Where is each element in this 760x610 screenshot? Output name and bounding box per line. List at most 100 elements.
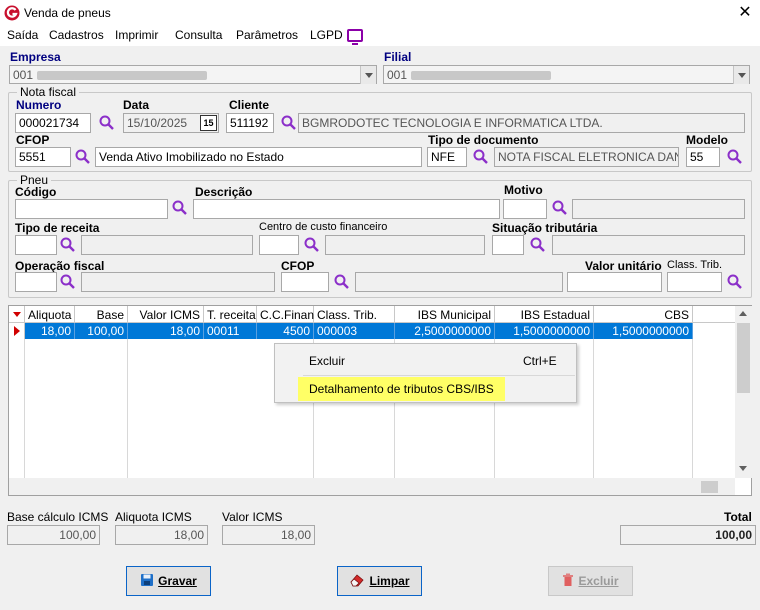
- trash-icon: [563, 573, 574, 586]
- motivo-field[interactable]: [503, 199, 547, 219]
- monitor-icon[interactable]: [347, 29, 363, 45]
- limpar-button[interactable]: Limpar: [337, 566, 422, 596]
- menu-parametros[interactable]: Parâmetros: [236, 28, 298, 42]
- scroll-up-icon[interactable]: [739, 311, 747, 316]
- search-icon[interactable]: [333, 273, 351, 291]
- tipo-documento-desc-field: NOTA FISCAL ELETRONICA DANFE: [494, 147, 679, 167]
- codigo-field[interactable]: [15, 199, 168, 219]
- empresa-select[interactable]: 001: [9, 65, 377, 84]
- numero-label: Numero: [16, 98, 62, 112]
- col-header-cbs[interactable]: CBS: [594, 306, 693, 323]
- cliente-code-field[interactable]: 511192: [226, 113, 274, 133]
- search-icon[interactable]: [74, 148, 92, 166]
- table-cell[interactable]: 18,00: [25, 323, 75, 339]
- col-header-ibs-estadual[interactable]: IBS Estadual: [495, 306, 594, 323]
- table-cell[interactable]: 00011: [204, 323, 257, 339]
- horizontal-scrollbar[interactable]: [9, 478, 735, 495]
- menu-lgpd[interactable]: LGPD: [310, 28, 343, 42]
- ctx-excluir-item[interactable]: Excluir: [309, 354, 345, 368]
- table-cell[interactable]: 1,5000000000: [594, 323, 693, 339]
- centro-custo-label: Centro de custo financeiro: [259, 221, 388, 233]
- table-cell[interactable]: 000003: [314, 323, 395, 339]
- search-icon[interactable]: [98, 114, 116, 132]
- col-header-t-receita[interactable]: T. receita: [204, 306, 257, 323]
- situacao-tributaria-label: Situação tributária: [492, 221, 598, 235]
- col-header-aliquota[interactable]: Aliquota: [25, 306, 75, 323]
- search-icon[interactable]: [59, 236, 77, 254]
- tipo-documento-code-field[interactable]: NFE: [427, 147, 467, 167]
- grid-header-indicator: [9, 306, 25, 323]
- scroll-down-icon[interactable]: [739, 466, 747, 471]
- search-icon[interactable]: [472, 148, 490, 166]
- ctx-excluir-shortcut: Ctrl+E: [523, 354, 557, 368]
- table-cell[interactable]: 1,5000000000: [495, 323, 594, 339]
- search-icon[interactable]: [551, 199, 569, 217]
- excluir-button[interactable]: Excluir: [548, 566, 633, 596]
- search-icon[interactable]: [280, 114, 298, 132]
- situacao-tributaria-field[interactable]: [492, 235, 524, 255]
- descricao-label: Descrição: [195, 185, 253, 199]
- ctx-detalhamento-highlight[interactable]: Detalhamento de tributos CBS/IBS: [298, 377, 505, 401]
- modelo-field[interactable]: 55: [686, 147, 720, 167]
- filial-value: 001: [387, 68, 408, 82]
- empresa-dropdown-arrow[interactable]: [360, 66, 376, 84]
- limpar-label: Limpar: [369, 574, 410, 588]
- table-cell[interactable]: 100,00: [75, 323, 128, 339]
- descricao-field[interactable]: [193, 199, 500, 219]
- tipo-receita-field[interactable]: [15, 235, 57, 255]
- search-icon[interactable]: [726, 273, 744, 291]
- pneu-cfop-label: CFOP: [281, 259, 315, 273]
- calendar-icon[interactable]: 15: [200, 115, 217, 131]
- scroll-thumb[interactable]: [737, 323, 750, 393]
- table-cell[interactable]: 4500: [257, 323, 314, 339]
- vertical-scrollbar[interactable]: [735, 306, 752, 478]
- centro-custo-desc-field: [325, 235, 485, 255]
- col-header-cc-finan[interactable]: C.C.Finan: [257, 306, 314, 323]
- search-icon[interactable]: [59, 273, 77, 291]
- ctx-detalhamento-item[interactable]: Detalhamento de tributos CBS/IBS: [309, 382, 494, 396]
- data-label: Data: [123, 98, 150, 112]
- menu-saida[interactable]: Saída: [7, 28, 38, 42]
- col-header-base[interactable]: Base: [75, 306, 128, 323]
- centro-custo-field[interactable]: [259, 235, 299, 255]
- menu-cadastros[interactable]: Cadastros: [49, 28, 104, 42]
- current-row-arrow-icon: [14, 326, 20, 336]
- table-cell[interactable]: 2,5000000000: [395, 323, 495, 339]
- filial-select[interactable]: 001: [383, 65, 750, 84]
- search-icon[interactable]: [171, 199, 189, 217]
- menu-consulta[interactable]: Consulta: [175, 28, 222, 42]
- tipo-documento-label: Tipo de documento: [428, 133, 539, 147]
- situacao-tributaria-desc-field: [552, 235, 745, 255]
- context-menu-divider: [303, 375, 575, 376]
- horizontal-scroll-thumb[interactable]: [701, 481, 718, 493]
- valor-icms-label: Valor ICMS: [222, 510, 283, 524]
- numero-field[interactable]: 000021734: [15, 113, 91, 133]
- modelo-label: Modelo: [686, 133, 728, 147]
- total-label: Total: [724, 510, 752, 524]
- col-header-valor-icms[interactable]: Valor ICMS: [128, 306, 204, 323]
- filial-dropdown-arrow[interactable]: [733, 66, 749, 84]
- gravar-button[interactable]: Gravar: [126, 566, 211, 596]
- pneu-cfop-field[interactable]: [281, 272, 329, 292]
- app-logo-icon: [4, 5, 20, 21]
- aliquota-icms-field: 18,00: [115, 525, 208, 545]
- empresa-label: Empresa: [10, 50, 61, 64]
- search-icon[interactable]: [303, 236, 321, 254]
- col-header-class-trib[interactable]: Class. Trib.: [314, 306, 395, 323]
- cliente-name-field: BGMRODOTEC TECNOLOGIA E INFORMATICA LTDA…: [298, 113, 745, 133]
- gravar-label: Gravar: [158, 574, 197, 588]
- valor-unitario-field[interactable]: [567, 272, 662, 292]
- menu-imprimir[interactable]: Imprimir: [115, 28, 158, 42]
- search-icon[interactable]: [726, 148, 744, 166]
- table-cell[interactable]: 18,00: [128, 323, 204, 339]
- floppy-disk-icon: [141, 574, 154, 586]
- sort-arrow-icon: [13, 312, 21, 317]
- close-button[interactable]: ✕: [734, 2, 756, 24]
- class-trib-field[interactable]: [667, 272, 722, 292]
- col-header-ibs-municipal[interactable]: IBS Municipal: [395, 306, 495, 323]
- search-icon[interactable]: [529, 236, 547, 254]
- codigo-label: Código: [15, 185, 57, 199]
- valor-unitario-label: Valor unitário: [585, 259, 662, 273]
- cfop-code-field[interactable]: 5551: [15, 147, 71, 167]
- operacao-fiscal-field[interactable]: [15, 272, 57, 292]
